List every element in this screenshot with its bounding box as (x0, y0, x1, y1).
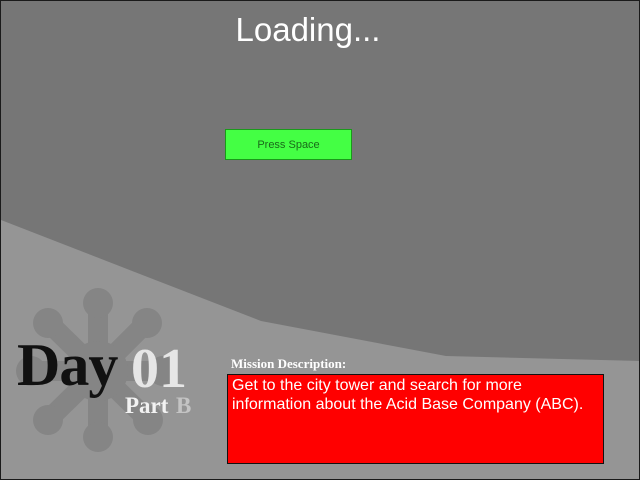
mission-description-label: Mission Description: (231, 356, 347, 371)
loading-screen: Loading... Press Space Day 01 Part B Mis… (0, 0, 640, 480)
part-letter: B (176, 393, 192, 418)
press-space-button[interactable]: Press Space (225, 129, 352, 160)
loading-title: Loading... (235, 11, 381, 48)
day-label: Day (17, 332, 118, 398)
day-number: 01 (131, 338, 187, 400)
mission-description-box: Get to the city tower and search for mor… (227, 374, 604, 464)
mission-description-text: Get to the city tower and search for mor… (232, 377, 584, 413)
part-label: Part (125, 393, 169, 418)
